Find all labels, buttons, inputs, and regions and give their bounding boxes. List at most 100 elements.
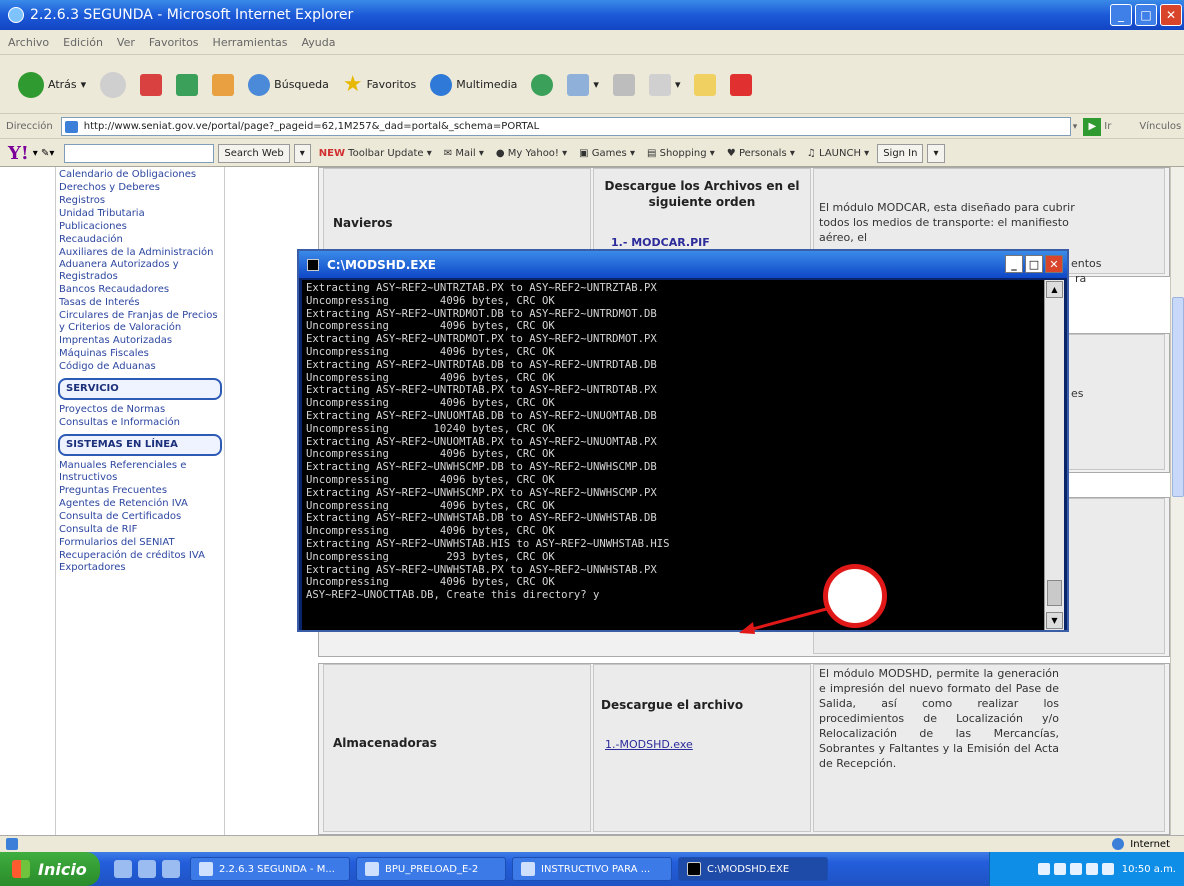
yahoo-search-input[interactable] — [64, 143, 215, 163]
console-window[interactable]: C:\MODSHD.EXE _ □ ✕ Extracting ASY~REF2~… — [297, 249, 1069, 632]
modcar-link[interactable]: 1.- MODCAR.PIF — [611, 236, 710, 249]
mail-link[interactable]: ✉ Mail ▾ — [440, 148, 488, 159]
personals-link[interactable]: ♥ Personals ▾ — [723, 148, 799, 159]
my-yahoo-link[interactable]: ● My Yahoo! ▾ — [492, 148, 571, 159]
history-icon — [531, 73, 554, 96]
back-button[interactable]: Atrás ▾ — [14, 70, 90, 100]
home-button[interactable] — [208, 72, 238, 98]
shopping-link[interactable]: ▤ Shopping ▾ — [643, 148, 719, 159]
sidebar-link[interactable]: Preguntas Frecuentes — [56, 485, 224, 498]
title-bar[interactable]: 2.2.6.3 SEGUNDA - Microsoft Internet Exp… — [0, 0, 1184, 30]
tray-icon-2[interactable] — [1053, 863, 1066, 875]
maximize-button[interactable]: □ — [1135, 4, 1157, 26]
tray-icon-5[interactable] — [1101, 863, 1114, 875]
explorer-icon[interactable] — [162, 860, 180, 878]
desktop-icon[interactable] — [114, 860, 132, 878]
sidebar-link[interactable]: Auxiliares de la Administración Aduanera… — [56, 247, 224, 284]
multimedia-button[interactable]: Multimedia — [426, 72, 521, 98]
search-web-button[interactable]: Search Web — [218, 143, 290, 163]
menu-ayuda[interactable]: Ayuda — [301, 36, 335, 49]
sidebar-link[interactable]: Proyectos de Normas — [56, 404, 224, 417]
refresh-button[interactable] — [172, 72, 202, 98]
console-line: ASY~REF2~UNOCTTAB.DB, Create this direct… — [306, 589, 600, 602]
sidebar-link[interactable]: Recaudación — [56, 234, 224, 247]
sidebar-link[interactable]: Unidad Tributaria — [56, 208, 224, 221]
forward-button[interactable] — [96, 70, 130, 100]
sidebar-link[interactable]: Manuales Referenciales e Instructivos — [56, 460, 224, 485]
sidebar-link[interactable]: Tasas de Interés — [56, 297, 224, 310]
address-input[interactable]: http://www.seniat.gov.ve/portal/page?_pa… — [60, 117, 1071, 136]
sign-in-button[interactable]: Sign In — [877, 143, 924, 163]
minimize-button[interactable]: _ — [1110, 4, 1132, 26]
launch-link[interactable]: ♫ LAUNCH ▾ — [803, 148, 873, 159]
page-scrollbar[interactable] — [1170, 167, 1184, 835]
sidebar-link[interactable]: Derechos y Deberes — [56, 182, 224, 195]
toolbar-update-link[interactable]: NEW Toolbar Update ▾ — [315, 148, 436, 159]
tray-icon-4[interactable] — [1085, 863, 1098, 875]
task-console[interactable]: C:\MODSHD.EXE — [678, 857, 828, 881]
scroll-up-icon[interactable]: ▲ — [1046, 281, 1063, 298]
tray-icon-3[interactable] — [1069, 863, 1082, 875]
sidebar-link[interactable]: Consulta de RIF — [56, 524, 224, 537]
search-button[interactable]: Búsqueda — [244, 72, 333, 98]
sidebar-link[interactable]: Calendario de Obligaciones — [56, 169, 224, 182]
task-instructivo[interactable]: INSTRUCTIVO PARA ... — [512, 857, 672, 881]
sidebar-link[interactable]: Consulta de Certificados — [56, 511, 224, 524]
sidebar-link[interactable]: Formularios del SENIAT — [56, 537, 224, 550]
console-close-button[interactable]: ✕ — [1045, 255, 1063, 273]
yahoo-options-icon[interactable]: ▾ ✎▾ — [33, 148, 55, 159]
mail-button[interactable]: ▾ — [563, 72, 603, 98]
search-dropdown[interactable]: ▾ — [293, 143, 311, 163]
console-icon — [307, 258, 319, 271]
sidebar-link[interactable]: Bancos Recaudadores — [56, 284, 224, 297]
links-label[interactable]: Vínculos — [1139, 121, 1181, 132]
sidebar-section-servicio[interactable]: SERVICIO — [58, 378, 222, 400]
console-scrollbar[interactable]: ▲ ▼ — [1044, 280, 1064, 630]
sidebar-link[interactable]: Agentes de Retención IVA — [56, 498, 224, 511]
address-dropdown-icon[interactable]: ▾ — [1073, 122, 1078, 132]
sidebar-link[interactable]: Circulares de Franjas de Precios y Crite… — [56, 310, 224, 335]
modshd-link[interactable]: 1.-MODSHD.exe — [605, 738, 693, 751]
clock[interactable]: 10:50 a.m. — [1122, 864, 1176, 875]
console-scroll-thumb[interactable] — [1047, 580, 1062, 606]
tray-icon-1[interactable] — [1037, 863, 1050, 875]
task-ie[interactable]: 2.2.6.3 SEGUNDA - M... — [190, 857, 350, 881]
messenger-button[interactable] — [726, 72, 756, 98]
menu-edicion[interactable]: Edición — [63, 36, 103, 49]
console-line: Extracting ASY~REF2~UNUOMTAB.DB to ASY~R… — [306, 409, 657, 422]
history-button[interactable] — [527, 72, 557, 98]
sidebar-section-sistemas[interactable]: SISTEMAS EN LÍNEA — [58, 434, 222, 456]
taskbar: Inicio 2.2.6.3 SEGUNDA - M... BPU_PRELOA… — [0, 852, 1184, 886]
sidebar-link[interactable]: Imprentas Autorizadas — [56, 335, 224, 348]
console-minimize-button[interactable]: _ — [1005, 255, 1023, 273]
console-output[interactable]: Extracting ASY~REF2~UNTRZTAB.PX to ASY~R… — [302, 280, 1044, 630]
scrollbar-thumb[interactable] — [1172, 297, 1184, 497]
stop-button[interactable] — [136, 72, 166, 98]
menu-archivo[interactable]: Archivo — [8, 36, 49, 49]
favorites-button[interactable]: ★ Favoritos — [339, 70, 420, 99]
yahoo-logo-icon[interactable]: Y! — [8, 143, 29, 164]
folder-button[interactable] — [690, 72, 720, 98]
edit-button[interactable]: ▾ — [645, 72, 685, 98]
sidebar-link[interactable]: Máquinas Fiscales — [56, 348, 224, 361]
sidebar-link[interactable]: Recuperación de créditos IVA Exportadore… — [56, 550, 224, 575]
go-label[interactable]: Ir — [1104, 121, 1111, 132]
menu-herramientas[interactable]: Herramientas — [213, 36, 288, 49]
sidebar-link[interactable]: Consultas e Información — [56, 417, 224, 430]
console-maximize-button[interactable]: □ — [1025, 255, 1043, 273]
games-link[interactable]: ▣ Games ▾ — [575, 148, 639, 159]
sign-in-dropdown[interactable]: ▾ — [927, 143, 945, 163]
go-button[interactable]: ▶ — [1083, 117, 1102, 136]
sidebar-link[interactable]: Registros — [56, 195, 224, 208]
sidebar-link[interactable]: Código de Aduanas — [56, 361, 224, 374]
menu-favoritos[interactable]: Favoritos — [149, 36, 199, 49]
scroll-down-icon[interactable]: ▼ — [1046, 612, 1063, 629]
ie-launch-icon[interactable] — [138, 860, 156, 878]
close-button[interactable]: ✕ — [1160, 4, 1182, 26]
task-bpu[interactable]: BPU_PRELOAD_E-2 — [356, 857, 506, 881]
console-title-bar[interactable]: C:\MODSHD.EXE _ □ ✕ — [299, 251, 1067, 278]
sidebar-link[interactable]: Publicaciones — [56, 221, 224, 234]
start-button[interactable]: Inicio — [0, 852, 100, 886]
print-button[interactable] — [609, 72, 639, 98]
menu-ver[interactable]: Ver — [117, 36, 135, 49]
